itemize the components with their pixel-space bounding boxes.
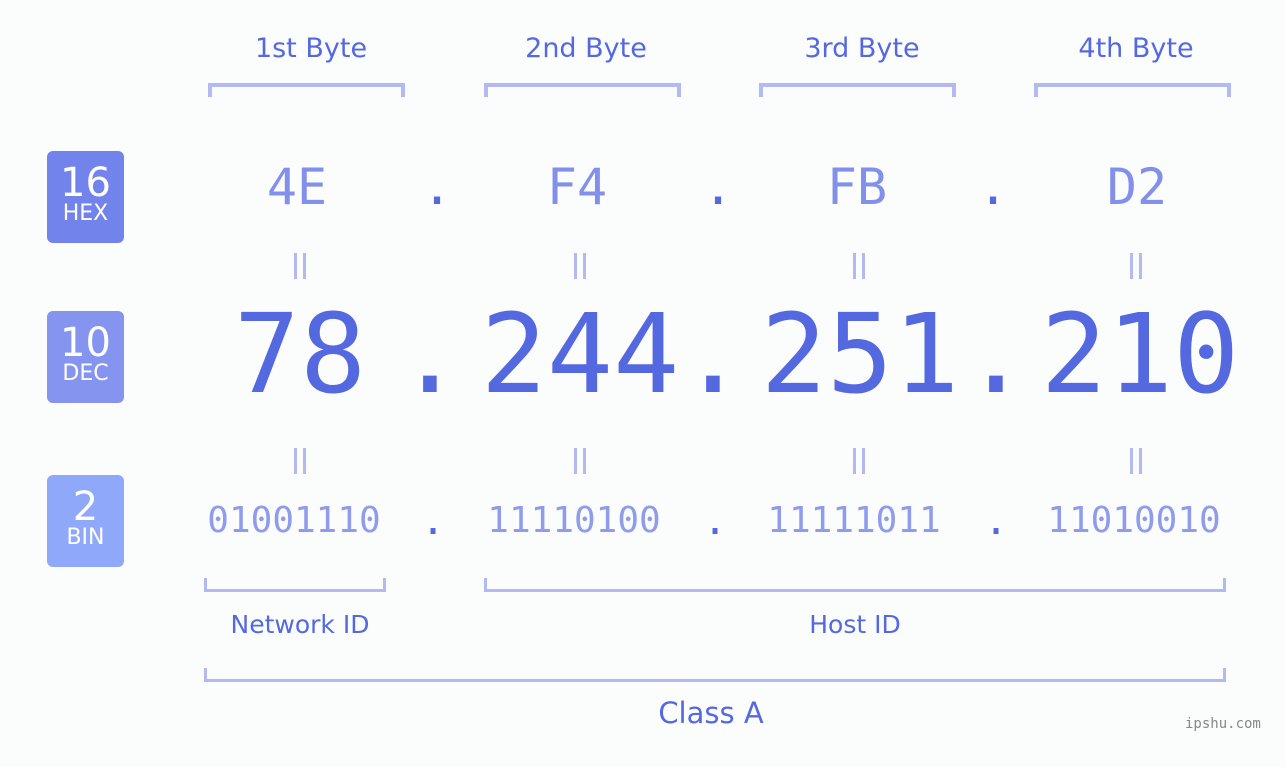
equals-icon bbox=[839, 248, 879, 288]
byte-label-2: 2nd Byte bbox=[525, 33, 647, 64]
hex-badge-label: HEX bbox=[62, 201, 109, 226]
bin-value-1: 01001110 bbox=[207, 500, 381, 541]
class-label: Class A bbox=[658, 696, 764, 730]
equals-icon bbox=[560, 248, 600, 288]
bin-value-2: 11110100 bbox=[487, 500, 661, 541]
hex-value-1: 4E bbox=[266, 158, 328, 216]
bin-badge: 2 BIN bbox=[47, 475, 124, 567]
equals-icon bbox=[1116, 248, 1156, 288]
hex-value-2: F4 bbox=[546, 158, 608, 216]
hex-separator-2: . bbox=[703, 158, 734, 216]
byte-bracket-2 bbox=[484, 83, 681, 97]
dec-separator-1: . bbox=[396, 290, 464, 418]
class-bracket bbox=[204, 668, 1226, 682]
byte-bracket-1 bbox=[208, 83, 405, 97]
hex-value-3: FB bbox=[826, 158, 888, 216]
equals-icon bbox=[560, 443, 600, 483]
equals-icon bbox=[280, 443, 320, 483]
equals-icon bbox=[280, 248, 320, 288]
dec-separator-2: . bbox=[679, 290, 747, 418]
dec-separator-3: . bbox=[962, 290, 1030, 418]
byte-label-4: 4th Byte bbox=[1078, 33, 1194, 64]
bin-badge-base: 2 bbox=[72, 484, 99, 530]
hex-separator-1: . bbox=[422, 158, 453, 216]
byte-label-1: 1st Byte bbox=[254, 33, 368, 64]
byte-bracket-3 bbox=[759, 83, 956, 97]
hex-badge-base: 16 bbox=[60, 160, 111, 206]
bin-value-4: 11010010 bbox=[1047, 500, 1221, 541]
network-id-label: Network ID bbox=[230, 610, 370, 639]
byte-label-3: 3rd Byte bbox=[804, 33, 920, 64]
host-id-label: Host ID bbox=[809, 610, 901, 639]
byte-bracket-4 bbox=[1034, 83, 1231, 97]
dec-badge-label: DEC bbox=[62, 361, 109, 386]
hex-badge: 16 HEX bbox=[47, 151, 124, 243]
equals-icon bbox=[1116, 443, 1156, 483]
bin-separator-1: . bbox=[421, 498, 446, 544]
network-id-bracket bbox=[204, 578, 386, 592]
host-id-bracket bbox=[484, 578, 1226, 592]
dec-badge-base: 10 bbox=[60, 320, 111, 366]
bin-separator-3: . bbox=[984, 498, 1009, 544]
equals-icon bbox=[839, 443, 879, 483]
bin-separator-2: . bbox=[703, 498, 728, 544]
bin-value-3: 11111011 bbox=[767, 500, 941, 541]
dec-badge: 10 DEC bbox=[47, 311, 124, 403]
hex-value-4: D2 bbox=[1106, 158, 1168, 216]
hex-separator-3: . bbox=[978, 158, 1009, 216]
bin-badge-label: BIN bbox=[66, 525, 105, 550]
watermark: ipshu.com bbox=[1185, 716, 1261, 732]
